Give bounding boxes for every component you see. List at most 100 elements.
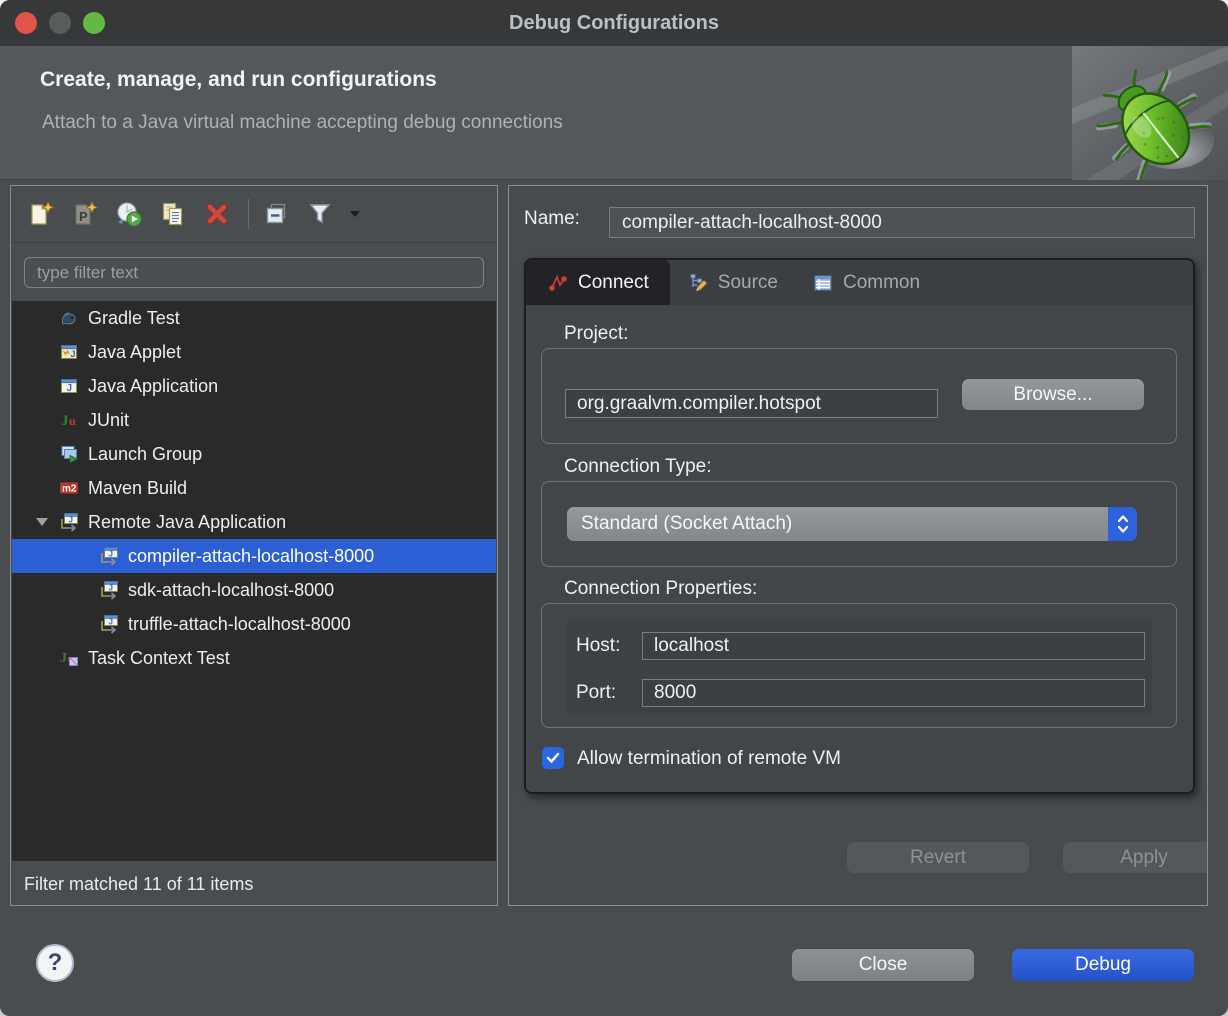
- tree-item-sdk-attach[interactable]: J sdk-attach-localhost-8000: [12, 573, 496, 607]
- svg-text:J: J: [109, 618, 113, 627]
- project-input[interactable]: [565, 389, 938, 418]
- host-input[interactable]: [642, 632, 1145, 660]
- tree-item-label: sdk-attach-localhost-8000: [128, 580, 334, 601]
- tree-item-label: Java Application: [88, 376, 218, 397]
- checkbox-check-icon: [546, 752, 560, 764]
- connection-properties-fields: Host: Port:: [567, 621, 1152, 713]
- connection-properties-group: Host: Port:: [541, 603, 1177, 728]
- export-launch-configurations-icon[interactable]: [112, 197, 146, 231]
- dialog-body: P: [0, 180, 1228, 1016]
- zoom-window-icon[interactable]: [83, 12, 105, 34]
- tree-item-junit[interactable]: J u JUnit: [12, 403, 496, 437]
- svg-text:J: J: [69, 516, 73, 525]
- tab-label: Connect: [578, 272, 649, 294]
- collapse-all-icon[interactable]: [259, 197, 293, 231]
- tree-item-java-application[interactable]: J Java Application: [12, 369, 496, 403]
- tree-item-java-applet[interactable]: J Java Applet: [12, 335, 496, 369]
- java-applet-icon: J: [59, 342, 79, 362]
- svg-text:u: u: [69, 414, 76, 428]
- connection-type-value: Standard (Socket Attach): [567, 507, 1108, 541]
- tab-strip: Connect: [526, 260, 1193, 305]
- source-icon: [687, 272, 709, 294]
- configuration-detail-panel: Name: Connect: [508, 185, 1208, 906]
- close-button[interactable]: Close: [792, 949, 974, 981]
- svg-text:J: J: [71, 349, 76, 359]
- banner-subtitle: Attach to a Java virtual machine accepti…: [42, 112, 563, 134]
- junit-icon: J u: [59, 410, 79, 430]
- help-button[interactable]: ?: [36, 944, 74, 982]
- header-banner: Create, manage, and run configurations A…: [0, 46, 1228, 180]
- svg-text:J: J: [67, 383, 73, 394]
- banner-title: Create, manage, and run configurations: [40, 68, 437, 92]
- tree-item-remote-java-application[interactable]: J Remote Java Application: [12, 505, 496, 539]
- port-label: Port:: [576, 682, 616, 704]
- tree-item-label: Maven Build: [88, 478, 187, 499]
- tree-item-gradle-test[interactable]: Gradle Test: [12, 301, 496, 335]
- tree-item-label: Launch Group: [88, 444, 202, 465]
- filter-launch-configurations-icon[interactable]: [303, 197, 337, 231]
- tab-connect[interactable]: Connect: [526, 260, 670, 305]
- connection-type-group: Standard (Socket Attach): [541, 481, 1177, 567]
- tree-item-label: truffle-attach-localhost-8000: [128, 614, 351, 635]
- close-window-icon[interactable]: [15, 12, 37, 34]
- tree-item-label: Remote Java Application: [88, 512, 286, 533]
- delete-launch-configuration-icon[interactable]: [200, 197, 234, 231]
- svg-text:J: J: [61, 413, 69, 429]
- configurations-panel: P: [10, 185, 498, 906]
- duplicate-launch-configuration-icon[interactable]: [156, 197, 190, 231]
- maven-icon: m2: [59, 478, 79, 498]
- launch-group-icon: [59, 444, 79, 464]
- traffic-lights: [15, 12, 105, 34]
- tree-item-label: Gradle Test: [88, 308, 180, 329]
- name-label: Name:: [524, 208, 580, 230]
- expand-arrow-icon[interactable]: [34, 514, 50, 530]
- window-title: Debug Configurations: [509, 12, 719, 35]
- project-label: Project:: [564, 323, 628, 345]
- connection-type-label: Connection Type:: [564, 456, 712, 478]
- tab-common[interactable]: Common: [795, 260, 937, 305]
- gradle-icon: [59, 308, 79, 328]
- revert-button[interactable]: Revert: [847, 842, 1029, 873]
- tab-label: Source: [718, 272, 778, 294]
- svg-text:J: J: [109, 550, 113, 559]
- tree-item-maven-build[interactable]: m2 Maven Build: [12, 471, 496, 505]
- name-input[interactable]: [609, 207, 1195, 238]
- connect-icon: [547, 272, 569, 294]
- svg-text:m2: m2: [62, 484, 77, 495]
- minimize-window-icon[interactable]: [49, 12, 71, 34]
- allow-termination-checkbox[interactable]: [542, 747, 564, 769]
- remote-java-application-icon: J: [59, 512, 79, 532]
- remote-java-application-icon: J: [99, 546, 119, 566]
- configurations-tree: Gradle Test J Java Applet: [12, 301, 496, 861]
- help-icon: ?: [48, 949, 63, 977]
- tree-item-launch-group[interactable]: Launch Group: [12, 437, 496, 471]
- tab-label: Common: [843, 272, 920, 294]
- tab-source[interactable]: Source: [670, 260, 795, 305]
- filter-match-status: Filter matched 11 of 11 items: [24, 874, 253, 895]
- tree-item-label: compiler-attach-localhost-8000: [128, 546, 374, 567]
- tree-item-task-context-test[interactable]: J u Task Context Test: [12, 641, 496, 675]
- java-application-icon: J: [59, 376, 79, 396]
- connection-type-dropdown[interactable]: Standard (Socket Attach): [567, 507, 1137, 541]
- apply-button[interactable]: Apply: [1063, 842, 1208, 873]
- tab-folder: Connect: [524, 258, 1195, 794]
- new-launch-configuration-prototype-icon[interactable]: P: [68, 197, 102, 231]
- browse-button[interactable]: Browse...: [962, 379, 1144, 410]
- tree-item-compiler-attach[interactable]: J compiler-attach-localhost-8000: [12, 539, 496, 573]
- filter-menu-arrow-icon[interactable]: [349, 205, 361, 223]
- debug-button[interactable]: Debug: [1012, 949, 1194, 981]
- configurations-toolbar: P: [11, 186, 497, 243]
- new-launch-configuration-icon[interactable]: [24, 197, 58, 231]
- titlebar: Debug Configurations: [0, 0, 1228, 46]
- dropdown-chevrons-icon: [1108, 507, 1137, 541]
- port-input[interactable]: [642, 679, 1145, 707]
- svg-text:J: J: [60, 651, 67, 666]
- project-group: Browse...: [541, 348, 1177, 444]
- filter-input[interactable]: [24, 257, 484, 288]
- debug-beetle-image: [1072, 46, 1228, 180]
- common-icon: [812, 272, 834, 294]
- tree-item-label: Task Context Test: [88, 648, 230, 669]
- task-context-test-icon: J u: [59, 648, 79, 668]
- tree-item-truffle-attach[interactable]: J truffle-attach-localhost-8000: [12, 607, 496, 641]
- svg-text:J: J: [109, 584, 113, 593]
